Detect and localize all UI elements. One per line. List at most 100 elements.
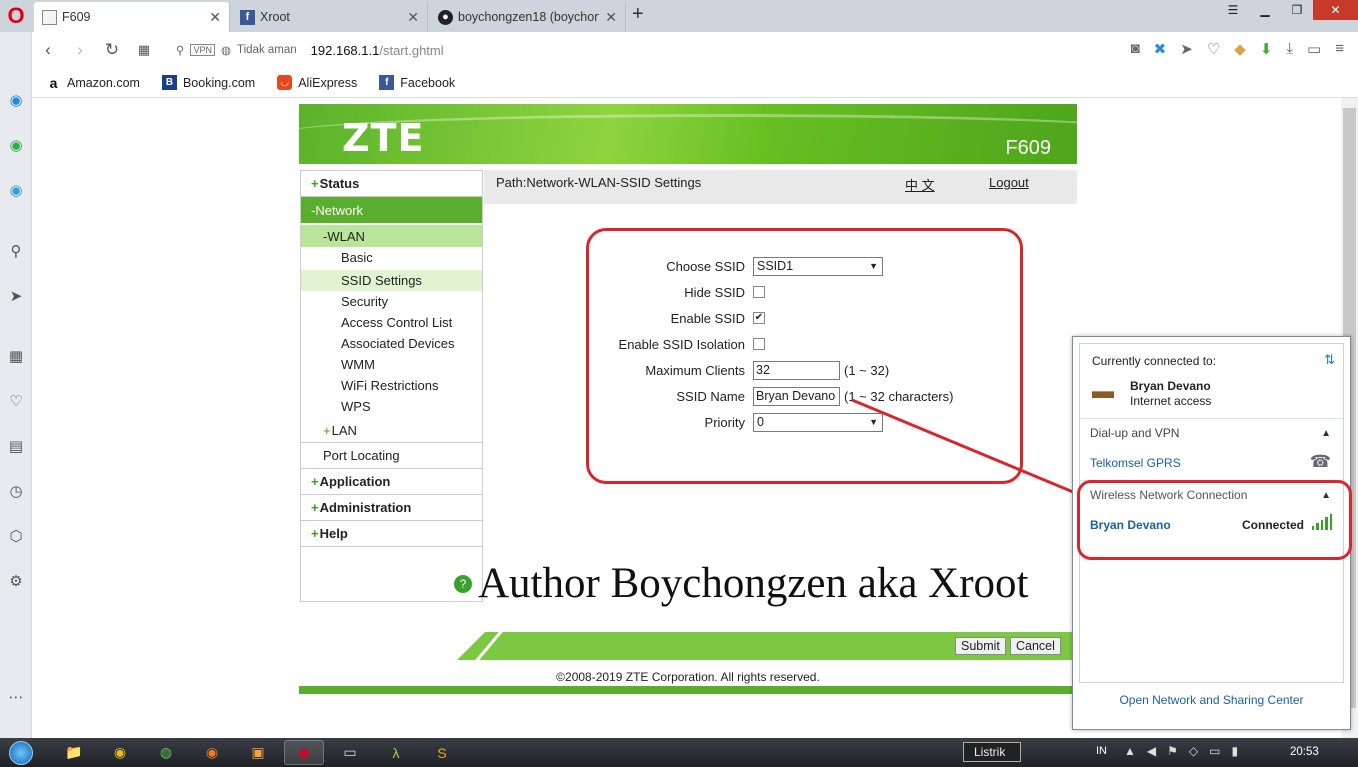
easy-setup-icon[interactable]: ≡ — [1335, 40, 1344, 58]
ssid-name-input[interactable]: Bryan Devano — [753, 386, 840, 406]
url-field[interactable]: 192.168.1.1/start.ghtml — [311, 43, 444, 58]
enable-ssid-checkbox[interactable]: ✔ — [753, 312, 765, 324]
menu-help[interactable]: + Help — [301, 521, 482, 547]
dialup-header[interactable]: Dial-up and VPN — [1090, 426, 1179, 440]
menu-icon[interactable]: ☰ — [1217, 0, 1249, 20]
app-icon[interactable]: ▣ — [238, 740, 278, 765]
language-indicator[interactable]: IN — [1096, 745, 1107, 757]
forward-icon[interactable]: › — [64, 40, 96, 60]
open-network-center-link[interactable]: Open Network and Sharing Center — [1073, 693, 1350, 707]
send-icon[interactable]: ➤ — [4, 284, 28, 308]
max-clients-input[interactable]: 32 — [753, 360, 840, 380]
whatsapp-icon[interactable]: ◉ — [4, 133, 28, 157]
more-icon[interactable]: ⋯ — [4, 685, 28, 709]
menu-wlan-wmm[interactable]: WMM — [301, 354, 482, 375]
minimize-button[interactable]: ▁ — [1249, 0, 1281, 20]
dialup-item[interactable]: Telkomsel GPRS — [1090, 456, 1181, 470]
back-icon[interactable]: ‹ — [32, 40, 64, 60]
dropbox-icon[interactable]: ◇ — [1189, 744, 1198, 758]
search-icon[interactable]: ⚲ — [4, 239, 28, 263]
cube-icon[interactable]: ◆ — [1234, 40, 1246, 58]
refresh-icon[interactable]: ⇅ — [1324, 352, 1335, 368]
speed-dial-icon[interactable]: ▦ — [128, 42, 160, 58]
ssid-isolation-checkbox[interactable] — [753, 338, 765, 350]
help-icon[interactable]: ? — [454, 574, 472, 593]
lambda-icon[interactable]: λ — [376, 740, 416, 765]
bookmark-aliexpress[interactable]: ◡ AliExpress — [277, 75, 357, 90]
bookmark-amazon[interactable]: a Amazon.com — [46, 75, 140, 91]
extensions-icon[interactable]: ⬡ — [4, 524, 28, 548]
close-window-button[interactable]: ✕ — [1313, 0, 1358, 20]
restore-button[interactable]: ❐ — [1281, 0, 1313, 20]
menu-wlan-ssid-settings[interactable]: SSID Settings — [301, 270, 482, 291]
close-tab-icon[interactable]: ✕ — [407, 9, 419, 26]
menu-network[interactable]: - Network — [301, 197, 482, 223]
chrome-icon[interactable]: ◉ — [100, 740, 140, 765]
opera-logo-icon[interactable]: O — [0, 0, 32, 32]
listrik-toolbar[interactable]: Listrik — [963, 742, 1021, 762]
close-tab-icon[interactable]: ✕ — [209, 9, 221, 26]
volume-icon[interactable]: ◀ — [1147, 744, 1156, 758]
battery-icon[interactable]: ▭ — [1307, 40, 1321, 58]
priority-select[interactable]: 0 ▼ — [753, 412, 883, 432]
close-tab-icon[interactable]: ✕ — [605, 9, 617, 26]
flag-icon[interactable]: ⚑ — [1167, 744, 1178, 758]
messenger-icon[interactable]: ◉ — [4, 88, 28, 112]
menu-application[interactable]: + Application — [301, 469, 482, 495]
heart-icon[interactable]: ♡ — [4, 389, 28, 413]
opera-taskbar-icon[interactable]: ◉ — [284, 740, 324, 765]
choose-ssid-select[interactable]: SSID1 ▼ — [753, 256, 883, 276]
download-ext-icon[interactable]: ⬇ — [1260, 40, 1273, 58]
history-icon[interactable]: ◷ — [4, 479, 28, 503]
menu-wlan-basic[interactable]: Basic — [301, 247, 482, 268]
submit-button[interactable]: Submit — [955, 637, 1006, 655]
bookmark-booking[interactable]: B Booking.com — [161, 75, 255, 90]
menu-wlan-associated-devices[interactable]: Associated Devices — [301, 333, 482, 354]
chinese-language-link[interactable]: 中 文 — [905, 175, 935, 194]
vpn-badge[interactable]: VPN — [190, 44, 215, 56]
speed-dial-icon[interactable]: ▦ — [4, 344, 28, 368]
clock[interactable]: 20:53 — [1290, 746, 1319, 758]
hide-ssid-checkbox[interactable] — [753, 286, 765, 298]
tab-xroot[interactable]: f Xroot ✕ — [232, 2, 428, 32]
tray-expand-icon[interactable]: ▲ — [1124, 744, 1136, 758]
menu-port-locating[interactable]: Port Locating — [301, 443, 482, 469]
settings-icon[interactable]: ⚙ — [4, 569, 28, 593]
menu-wlan-access-control[interactable]: Access Control List — [301, 312, 482, 333]
cancel-button[interactable]: Cancel — [1010, 637, 1061, 655]
menu-administration[interactable]: + Administration — [301, 495, 482, 521]
sublime-icon[interactable]: S — [422, 740, 462, 765]
new-tab-button[interactable]: + — [632, 3, 644, 26]
heart-icon[interactable]: ♡ — [1207, 40, 1220, 58]
logout-link[interactable]: Logout — [989, 175, 1029, 190]
menu-wlan[interactable]: - WLAN — [301, 225, 482, 247]
breadcrumb: Path:Network-WLAN-SSID Settings — [496, 175, 702, 190]
security-indicator[interactable]: ⚲ VPN ◍ Tidak aman — [176, 43, 297, 57]
tab-f609[interactable]: F609 ✕ — [34, 2, 230, 32]
bookmark-facebook[interactable]: f Facebook — [379, 75, 455, 90]
collapse-icon[interactable]: ▲ — [1321, 428, 1331, 439]
terminal-icon[interactable]: ▭ — [330, 740, 370, 765]
display-icon[interactable]: ▭ — [1209, 744, 1220, 758]
globe-app-icon[interactable]: ◍ — [146, 740, 186, 765]
tab-github[interactable]: ● boychongzen18 (boychong ✕ — [430, 2, 626, 32]
explorer-icon[interactable]: 📁 — [54, 740, 94, 765]
menu-wlan-wps[interactable]: WPS — [301, 396, 482, 417]
start-button[interactable] — [2, 738, 40, 767]
bookmarks-bar: a Amazon.com B Booking.com ◡ AliExpress … — [32, 68, 1358, 98]
currently-connected-label: Currently connected to: — [1092, 354, 1217, 368]
adblock-icon[interactable]: ✖ — [1154, 40, 1167, 58]
network-tray-icon[interactable]: ▮ — [1231, 744, 1238, 758]
news-icon[interactable]: ▤ — [4, 434, 28, 458]
menu-lan[interactable]: + LAN — [301, 419, 482, 443]
menu-status[interactable]: + Status — [301, 171, 482, 197]
telegram-icon[interactable]: ◉ — [4, 178, 28, 202]
send-icon[interactable]: ➤ — [1180, 40, 1193, 58]
downloads-icon[interactable]: ⤓ — [1286, 40, 1293, 58]
firefox-icon[interactable]: ◉ — [192, 740, 232, 765]
field-label: Enable SSID Isolation — [618, 336, 745, 352]
reload-icon[interactable]: ↻ — [96, 40, 128, 60]
menu-wlan-wifi-restrictions[interactable]: WiFi Restrictions — [301, 375, 482, 396]
camera-icon[interactable]: ◙ — [1131, 40, 1140, 58]
menu-wlan-security[interactable]: Security — [301, 291, 482, 312]
